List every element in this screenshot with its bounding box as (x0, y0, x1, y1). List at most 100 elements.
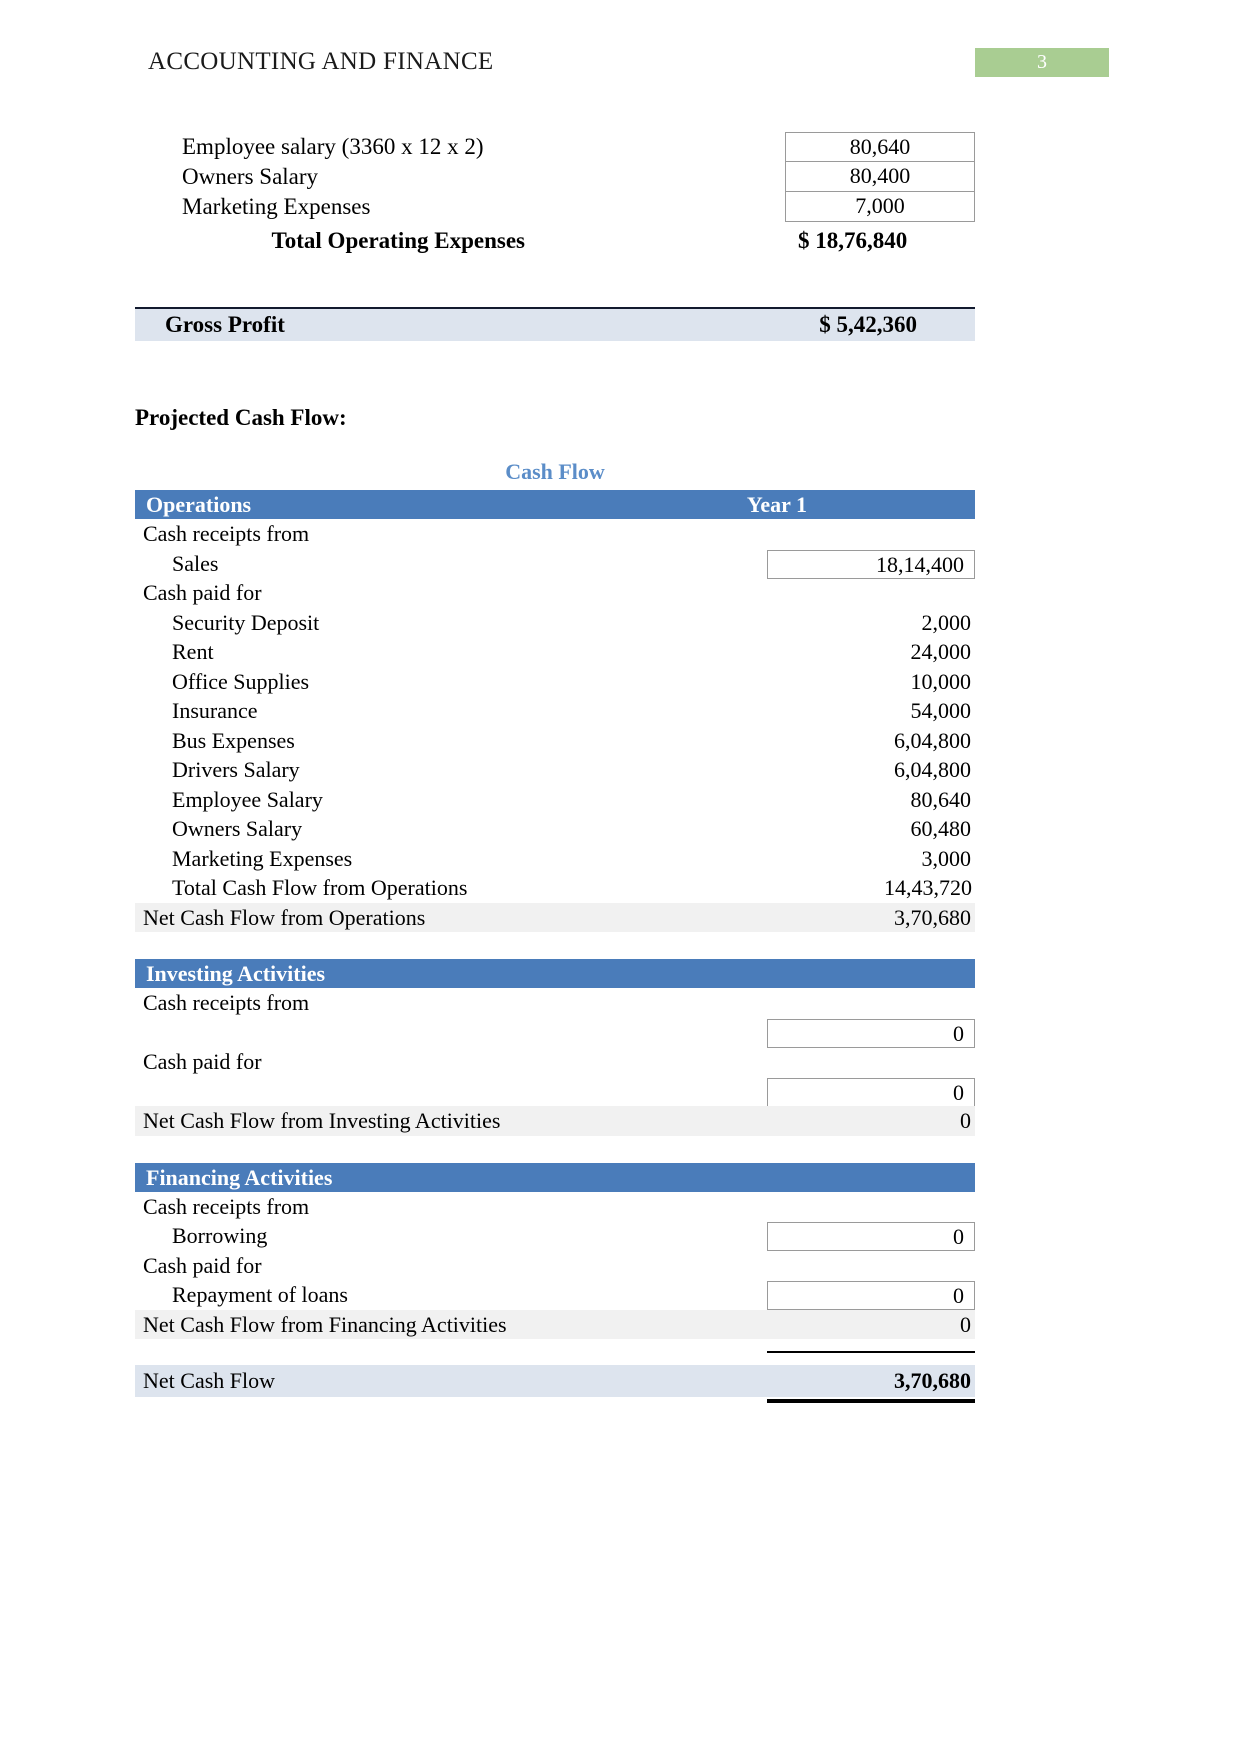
table-row: Borrowing 0 (135, 1221, 975, 1251)
operations-header-year: Year 1 (746, 492, 807, 517)
total-operating-expenses-value: $ 18,76,840 (798, 228, 908, 253)
office-supplies-value: 10,000 (910, 668, 972, 694)
table-row: Total Cash Flow from Operations 14,43,72… (135, 873, 975, 904)
net-cash-flow-financing-label: Net Cash Flow from Financing Activities (143, 1311, 507, 1337)
table-row: Marketing Expenses 3,000 (135, 844, 975, 874)
investing-activities-header-label: Investing Activities (146, 961, 326, 986)
expense-value-box[interactable]: 80,640 (785, 132, 975, 162)
table-row: Cash receipts from (135, 519, 975, 549)
sales-value-box[interactable]: 18,14,400 (767, 549, 975, 579)
financing-activities-header-label: Financing Activities (146, 1164, 333, 1190)
table-row: Repayment of loans 0 (135, 1280, 975, 1310)
net-cash-flow-operations-row: Net Cash Flow from Operations 3,70,680 (135, 902, 975, 932)
financing-activities-header-bar: Financing Activities (135, 1162, 975, 1192)
employee-salary-label: Employee Salary (172, 786, 323, 812)
financing-receipts-label: Cash receipts from (143, 1193, 310, 1219)
net-cash-flow-total-label: Net Cash Flow (143, 1368, 275, 1393)
table-row: Sales 18,14,400 (135, 549, 975, 579)
expense-label: Owners Salary (182, 164, 319, 189)
total-cash-flow-operations-value: 14,43,720 (767, 873, 972, 904)
table-row: Rent 24,000 (135, 637, 975, 667)
investing-paid-label: Cash paid for (143, 1049, 262, 1074)
table-row: Bus Expenses 6,04,800 (135, 726, 975, 756)
net-cash-flow-financing-value: 0 (960, 1311, 971, 1337)
employee-salary-value: 80,640 (910, 786, 972, 812)
expense-row: Marketing Expenses 7,000 (135, 192, 975, 222)
borrowing-value-box[interactable]: 0 (767, 1222, 975, 1251)
table-row: Employee Salary 80,640 (135, 785, 975, 815)
net-cash-flow-topline-wrap (135, 1351, 975, 1365)
expense-label: Employee salary (3360 x 12 x 2) (182, 134, 484, 159)
expense-row: Employee salary (3360 x 12 x 2) 80,640 (135, 132, 975, 162)
expense-value-box[interactable]: 7,000 (785, 192, 975, 222)
gross-profit-label: Gross Profit (165, 312, 285, 337)
borrowing-label: Borrowing (172, 1223, 268, 1248)
table-row: Insurance 54,000 (135, 696, 975, 726)
table-row: Cash paid for (135, 1047, 975, 1077)
table-row: Cash paid for (135, 1251, 975, 1281)
net-cash-flow-total-row: Net Cash Flow 3,70,680 (135, 1365, 975, 1403)
projected-cash-flow-heading: Projected Cash Flow: (135, 405, 347, 430)
owners-salary-value: 60,480 (910, 816, 972, 841)
cash-paid-for-label: Cash paid for (143, 580, 262, 605)
table-row: Cash receipts from (135, 1192, 975, 1222)
table-row: Drivers Salary 6,04,800 (135, 755, 975, 785)
marketing-expenses-value: 3,000 (921, 845, 972, 871)
investing-receipts-value-box[interactable]: 0 (767, 1018, 975, 1048)
gross-profit-row: Gross Profit $ 5,42,360 (135, 309, 975, 341)
page-header: ACCOUNTING AND FINANCE 3 (0, 48, 1241, 88)
security-deposit-value: 2,000 (921, 609, 972, 635)
investing-paid-value-box[interactable]: 0 (767, 1077, 975, 1107)
page-number-badge: 3 (975, 48, 1109, 77)
investing-activities-header-bar: Investing Activities (135, 959, 975, 988)
rent-value: 24,000 (910, 639, 972, 664)
expense-value-box[interactable]: 80,400 (785, 162, 975, 192)
repayment-of-loans-label: Repayment of loans (172, 1282, 348, 1307)
table-row: Owners Salary 60,480 (135, 814, 975, 844)
net-cash-flow-double-underline (767, 1399, 975, 1403)
operations-header-label: Operations (146, 492, 252, 517)
total-cash-flow-operations-label: Total Cash Flow from Operations (172, 875, 468, 900)
cash-receipts-from-label: Cash receipts from (143, 521, 310, 546)
bus-expenses-value: 6,04,800 (894, 727, 971, 753)
cash-flow-title: Cash Flow (505, 459, 605, 484)
net-cash-flow-operations-value: 3,70,680 (894, 904, 971, 930)
gross-profit-block: Gross Profit $ 5,42,360 (135, 307, 975, 341)
table-row: Cash paid for (135, 578, 975, 608)
drivers-salary-value: 6,04,800 (894, 757, 971, 782)
drivers-salary-label: Drivers Salary (172, 757, 300, 782)
table-row: Office Supplies 10,000 (135, 667, 975, 697)
net-cash-flow-investing-row: Net Cash Flow from Investing Activities … (135, 1106, 975, 1136)
marketing-expenses-label: Marketing Expenses (172, 845, 353, 871)
net-cash-flow-topline (767, 1351, 975, 1353)
net-cash-flow-investing-label: Net Cash Flow from Investing Activities (143, 1108, 501, 1133)
net-cash-flow-financing-row: Net Cash Flow from Financing Activities … (135, 1309, 975, 1339)
table-row: 0 (135, 1018, 975, 1048)
owners-salary-label: Owners Salary (172, 816, 303, 841)
page-title: ACCOUNTING AND FINANCE (148, 48, 494, 75)
insurance-value: 54,000 (910, 698, 972, 723)
financing-paid-label: Cash paid for (143, 1252, 262, 1278)
insurance-label: Insurance (172, 698, 258, 723)
investing-receipts-label: Cash receipts from (143, 990, 310, 1015)
total-operating-expenses-row: Total Operating Expenses $ 18,76,840 (135, 224, 975, 257)
gross-profit-value: $ 5,42,360 (819, 312, 917, 337)
net-cash-flow-investing-value: 0 (960, 1108, 971, 1133)
total-operating-expenses-label: Total Operating Expenses (271, 228, 525, 253)
operations-header-bar: Operations Year 1 (135, 490, 975, 519)
sales-label: Sales (172, 550, 219, 576)
cash-flow-table: Cash Flow Operations Year 1 Cash receipt… (135, 458, 975, 1403)
repayment-of-loans-value-box[interactable]: 0 (767, 1281, 975, 1310)
bus-expenses-label: Bus Expenses (172, 727, 295, 753)
office-supplies-label: Office Supplies (172, 668, 310, 694)
net-cash-flow-operations-label: Net Cash Flow from Operations (143, 904, 426, 930)
table-row: Security Deposit 2,000 (135, 608, 975, 638)
operating-expenses-block: Employee salary (3360 x 12 x 2) 80,640 O… (135, 132, 975, 257)
table-row: Cash receipts from (135, 988, 975, 1018)
security-deposit-label: Security Deposit (172, 609, 320, 635)
expense-label: Marketing Expenses (182, 194, 371, 219)
net-cash-flow-total-value: 3,70,680 (894, 1368, 971, 1393)
